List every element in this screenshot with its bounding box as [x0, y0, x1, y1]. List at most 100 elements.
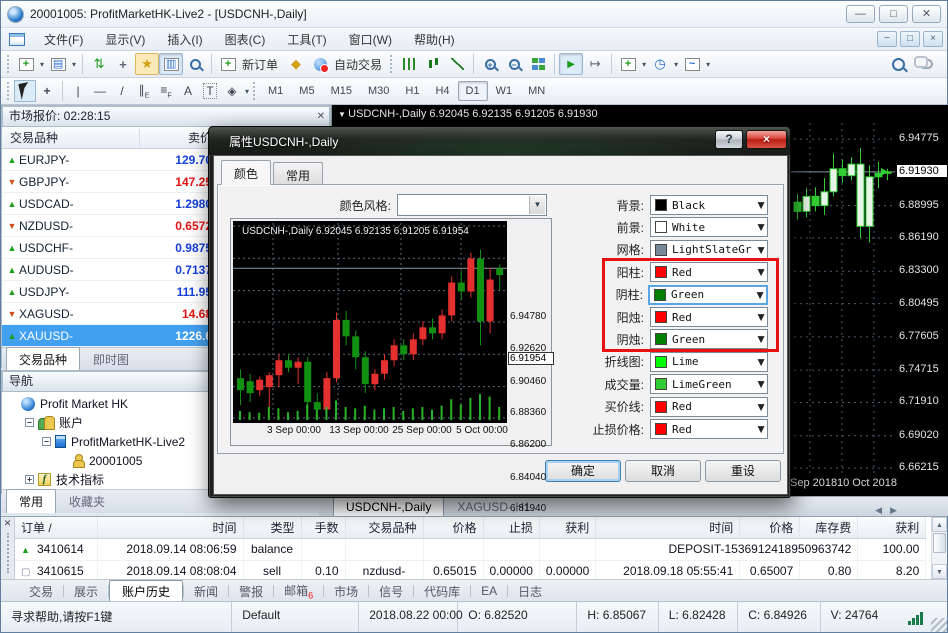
- toolbar-grip[interactable]: [253, 82, 256, 100]
- collapse-icon[interactable]: −: [25, 418, 34, 427]
- autotrading-button[interactable]: [308, 53, 332, 75]
- menu-item[interactable]: 插入(I): [156, 28, 213, 51]
- crosshair-window-button[interactable]: +: [111, 53, 135, 75]
- horizontal-line-button[interactable]: —: [89, 80, 111, 102]
- table-row[interactable]: ▲3410614 2018.09.14 08:06:59balance DEPO…: [15, 538, 926, 560]
- maximize-button[interactable]: □: [879, 5, 908, 23]
- menu-item[interactable]: 图表(C): [214, 28, 277, 51]
- terminal-column-header[interactable]: 止损: [483, 517, 539, 538]
- terminal-tab[interactable]: 交易: [19, 580, 63, 603]
- terminal-tab[interactable]: 邮箱6: [274, 579, 323, 603]
- zoom-out-button[interactable]: −: [502, 53, 526, 75]
- terminal-scrollbar[interactable]: ▲ ▼: [931, 517, 947, 579]
- data-window-button[interactable]: [183, 53, 207, 75]
- terminal-tab[interactable]: 代码库: [414, 580, 470, 603]
- search-icon[interactable]: [892, 58, 905, 71]
- close-icon[interactable]: ✕: [1, 517, 14, 530]
- dialog-tab[interactable]: 颜色: [221, 160, 271, 185]
- indicator-rhomb-button[interactable]: ◆: [284, 53, 308, 75]
- color-select[interactable]: LimeGreen ▼: [650, 374, 768, 394]
- fibonacci-button[interactable]: ≡F: [155, 80, 177, 102]
- timeframe-M30[interactable]: M30: [360, 81, 397, 101]
- navigator-tab[interactable]: 常用: [6, 489, 56, 513]
- chevron-down-icon[interactable]: ▾: [674, 60, 678, 69]
- chart-shift-button[interactable]: ↦: [583, 53, 607, 75]
- symbol-column-header[interactable]: 交易品种: [2, 129, 58, 146]
- resize-grip[interactable]: [931, 618, 947, 632]
- label-tool-button[interactable]: T: [199, 80, 221, 102]
- templates-favorites-button[interactable]: ★: [135, 53, 159, 75]
- market-watch-tab[interactable]: 即时图: [80, 347, 142, 371]
- timeframe-D1[interactable]: D1: [458, 81, 488, 101]
- color-select[interactable]: White ▼: [650, 217, 768, 237]
- minimize-button[interactable]: —: [846, 5, 875, 23]
- ok-button[interactable]: 确定: [545, 460, 621, 482]
- dialog-help-button[interactable]: ?: [715, 130, 743, 149]
- timeframe-M5[interactable]: M5: [291, 81, 322, 101]
- color-select[interactable]: Black ▼: [650, 195, 768, 215]
- auto-scroll-button[interactable]: ▶: [559, 53, 583, 75]
- close-button[interactable]: ✕: [912, 5, 941, 23]
- new-order-button[interactable]: +: [216, 53, 240, 75]
- terminal-column-header[interactable]: 价格: [423, 517, 483, 538]
- trendline-button[interactable]: /: [111, 80, 133, 102]
- toolbar-grip[interactable]: [7, 55, 10, 73]
- terminal-column-header[interactable]: 手数: [301, 517, 345, 538]
- vertical-line-button[interactable]: |: [67, 80, 89, 102]
- templates-button[interactable]: ~: [680, 53, 704, 75]
- expand-icon[interactable]: +: [25, 475, 34, 484]
- timeframe-M15[interactable]: M15: [323, 81, 360, 101]
- chart-window-icon[interactable]: [9, 33, 25, 46]
- color-select[interactable]: LightSlateGr ▼: [650, 240, 768, 260]
- timeframe-MN[interactable]: MN: [520, 81, 553, 101]
- terminal-tab[interactable]: 警报: [229, 580, 273, 603]
- autotrading-label[interactable]: 自动交易: [334, 56, 382, 73]
- menu-item[interactable]: 帮助(H): [403, 28, 466, 51]
- color-select[interactable]: Red ▼: [650, 397, 768, 417]
- terminal-column-header[interactable]: 获利: [539, 517, 595, 538]
- crosshair-tool-button[interactable]: +: [36, 80, 58, 102]
- terminal-tab[interactable]: 账户历史: [109, 580, 183, 603]
- menu-item[interactable]: 显示(V): [94, 28, 156, 51]
- sc roll-up-icon[interactable]: ▲: [932, 517, 947, 532]
- menu-item[interactable]: 文件(F): [33, 28, 94, 51]
- cancel-button[interactable]: 取消: [625, 460, 701, 482]
- market-watch-toggle-button[interactable]: ▥: [159, 53, 183, 75]
- cursor-tool-button[interactable]: [14, 80, 36, 102]
- chevron-down-icon[interactable]: ▼: [338, 110, 348, 119]
- terminal-column-header[interactable]: 订单 /: [15, 517, 97, 538]
- menu-item[interactable]: 窗口(W): [338, 28, 403, 51]
- color-style-select[interactable]: ▼: [397, 194, 547, 216]
- terminal-column-header[interactable]: 库存费: [800, 517, 858, 538]
- terminal-column-header[interactable]: 时间: [97, 517, 243, 538]
- terminal-tab[interactable]: 日志: [508, 580, 552, 603]
- scroll-down-icon[interactable]: ▼: [932, 564, 947, 579]
- terminal-column-header[interactable]: 交易品种: [345, 517, 423, 538]
- dialog-close-button[interactable]: ×: [746, 130, 787, 149]
- status-profile[interactable]: Default: [232, 602, 359, 632]
- timeframe-W1[interactable]: W1: [488, 81, 521, 101]
- tab-scroll-arrows[interactable]: ◀▶: [875, 505, 905, 516]
- terminal-column-header[interactable]: 时间: [596, 517, 740, 538]
- mdi-minimize-button[interactable]: −: [877, 31, 897, 47]
- new-order-label[interactable]: 新订单: [242, 56, 278, 73]
- color-select[interactable]: Red ▼: [650, 419, 768, 439]
- table-row[interactable]: ▢3410615 2018.09.14 08:08:04sell0.10 nzd…: [15, 560, 926, 579]
- terminal-tab[interactable]: 展示: [64, 580, 108, 603]
- scrollbar-thumb[interactable]: [933, 533, 946, 553]
- chevron-down-icon[interactable]: ▾: [642, 60, 646, 69]
- close-icon[interactable]: ✕: [317, 107, 325, 126]
- timeframe-M1[interactable]: M1: [260, 81, 291, 101]
- collapse-icon[interactable]: −: [42, 437, 51, 446]
- terminal-column-header[interactable]: 价格: [740, 517, 800, 538]
- navigator-tab[interactable]: 收藏夹: [56, 489, 118, 513]
- chevron-down-icon[interactable]: ▾: [72, 60, 76, 69]
- terminal-column-header[interactable]: 类型: [243, 517, 301, 538]
- mdi-close-button[interactable]: ×: [923, 31, 943, 47]
- terminal-tab[interactable]: 新闻: [184, 580, 228, 603]
- terminal-tab[interactable]: 信号: [369, 580, 413, 603]
- shapes-button[interactable]: ◈: [221, 80, 243, 102]
- timeframe-H1[interactable]: H1: [397, 81, 427, 101]
- terminal-column-header[interactable]: 获利: [858, 517, 926, 538]
- color-select[interactable]: Lime ▼: [650, 352, 768, 372]
